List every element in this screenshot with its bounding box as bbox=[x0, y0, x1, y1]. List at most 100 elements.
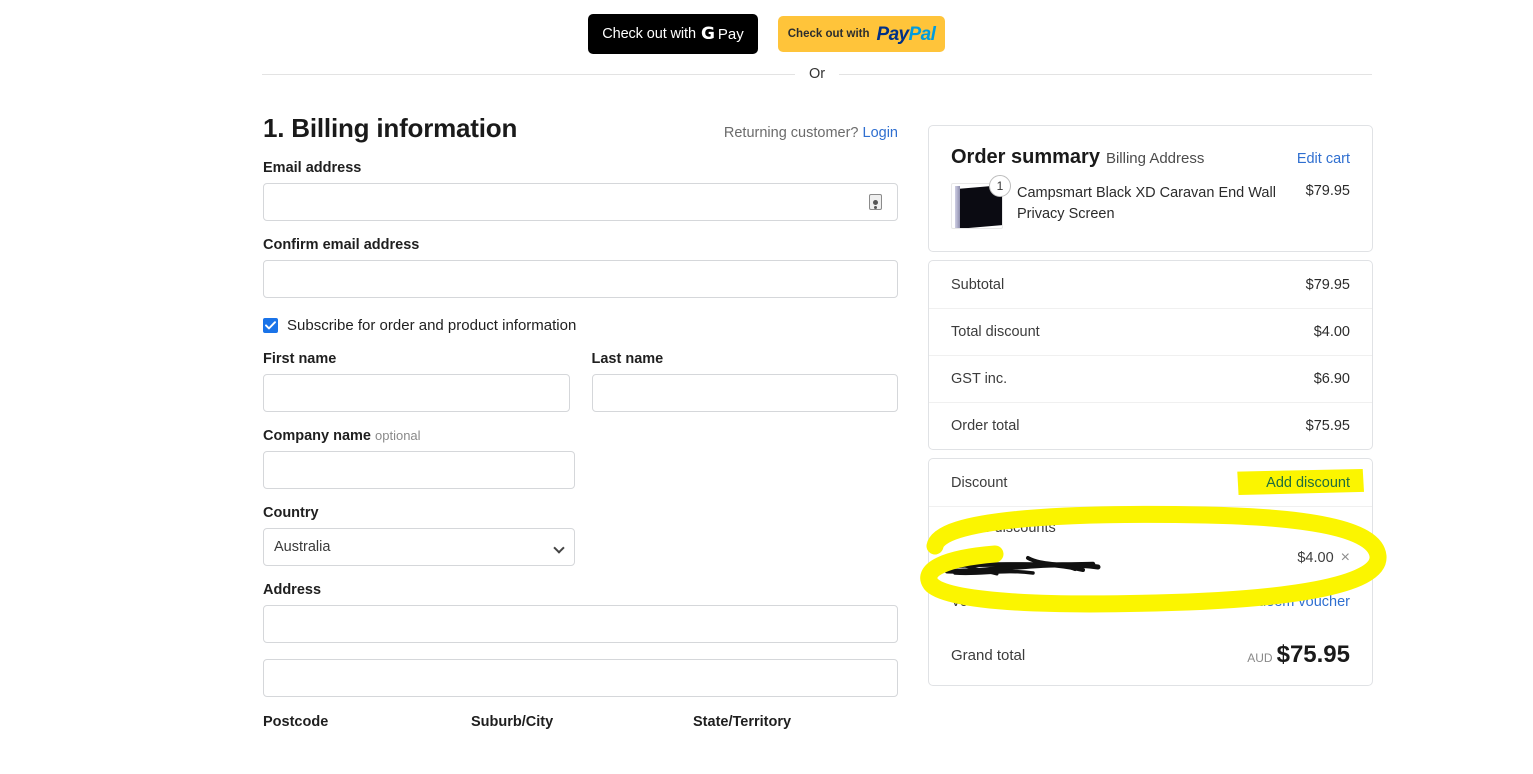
express-checkout-row: Check out with G Pay Check out with PayP… bbox=[0, 14, 1533, 54]
confirm-email-input[interactable] bbox=[263, 260, 898, 298]
email-input-wrap bbox=[263, 183, 898, 221]
subscribe-label: Subscribe for order and product informat… bbox=[287, 317, 577, 334]
google-g-icon: G bbox=[700, 23, 715, 44]
gst-label: GST inc. bbox=[951, 371, 1008, 387]
address-detail-labels-row: Postcode Suburb/City State/Territory bbox=[263, 714, 898, 730]
email-label: Email address bbox=[263, 160, 362, 176]
gst-row: GST inc. $6.90 bbox=[929, 355, 1372, 402]
order-summary-card: Order summary Billing Address Edit cart 1… bbox=[928, 125, 1373, 252]
page-title: 1. Billing information bbox=[263, 113, 518, 143]
company-field-group: Company name optional bbox=[263, 428, 898, 489]
google-pay-button[interactable]: Check out with G Pay bbox=[588, 14, 758, 54]
address-line1-input[interactable] bbox=[263, 605, 898, 643]
company-label: Company name optional bbox=[263, 428, 898, 444]
product-price: $79.95 bbox=[1305, 183, 1350, 199]
order-totals-card: Subtotal $79.95 Total discount $4.00 GST… bbox=[928, 260, 1373, 450]
subtotal-label: Subtotal bbox=[951, 276, 1005, 293]
grand-total-value-wrap: AUD $75.95 bbox=[1247, 641, 1350, 669]
grand-total-row: Grand total AUD $75.95 bbox=[929, 625, 1372, 685]
paypal-pal-word: Pal bbox=[908, 23, 936, 45]
returning-customer-text: Returning customer? bbox=[723, 125, 859, 141]
remove-discount-icon[interactable]: × bbox=[1341, 550, 1350, 566]
first-name-label: First name bbox=[263, 351, 337, 367]
total-discount-value: $4.00 bbox=[1313, 324, 1350, 340]
divider-label: Or bbox=[808, 66, 826, 82]
order-total-label: Order total bbox=[951, 418, 1020, 434]
discount-label: Discount bbox=[951, 474, 1008, 491]
login-link[interactable]: Login bbox=[863, 125, 898, 141]
quantity-badge: 1 bbox=[989, 175, 1011, 197]
last-name-input[interactable] bbox=[591, 374, 898, 412]
order-line-item: 1 Campsmart Black XD Caravan End Wall Pr… bbox=[929, 169, 1372, 251]
discount-card: Discount Add discount Active discounts $… bbox=[928, 458, 1373, 686]
paypal-label: Check out with bbox=[787, 28, 870, 40]
last-name-group: Last name bbox=[591, 351, 898, 412]
subtotal-value: $79.95 bbox=[1305, 276, 1350, 293]
subscribe-row[interactable]: Subscribe for order and product informat… bbox=[263, 317, 898, 334]
add-discount-link[interactable]: Add discount bbox=[1266, 475, 1350, 491]
order-summary-title: Order summary bbox=[951, 146, 1100, 168]
voucher-label: Voucher bbox=[951, 593, 1005, 610]
order-total-value: $75.95 bbox=[1305, 418, 1350, 434]
address-line2-group bbox=[263, 659, 898, 697]
company-optional-tag: optional bbox=[375, 428, 421, 443]
order-summary-subtitle: Billing Address bbox=[1105, 150, 1205, 167]
address-label: Address bbox=[263, 582, 322, 598]
product-image-pole bbox=[955, 186, 960, 228]
or-divider: Or bbox=[262, 66, 1373, 82]
country-select[interactable]: Australia bbox=[263, 528, 575, 566]
divider-line-left bbox=[262, 73, 795, 75]
billing-information-section: 1. Billing information Returning custome… bbox=[263, 113, 898, 730]
confirm-email-field-group: Confirm email address bbox=[263, 237, 898, 298]
paypal-pay-word: Pay bbox=[876, 23, 910, 45]
email-input[interactable] bbox=[263, 183, 898, 221]
active-discount-amount-wrap: $4.00 × bbox=[1297, 550, 1350, 567]
active-discounts-title: Active discounts bbox=[951, 520, 1056, 536]
subscribe-checkbox[interactable] bbox=[263, 318, 278, 333]
country-select-wrap: Australia bbox=[263, 528, 575, 566]
redaction-scribble bbox=[938, 556, 1101, 576]
product-name: Campsmart Black XD Caravan End Wall Priv… bbox=[1017, 185, 1276, 223]
subtotal-row: Subtotal $79.95 bbox=[929, 261, 1372, 308]
voucher-row: Voucher Redeem voucher bbox=[929, 578, 1372, 625]
gst-value: $6.90 bbox=[1313, 371, 1350, 387]
total-discount-label: Total discount bbox=[951, 324, 1040, 340]
first-name-group: First name bbox=[263, 351, 570, 412]
address-line2-input[interactable] bbox=[263, 659, 898, 697]
address-field-group: Address bbox=[263, 582, 898, 643]
last-name-label: Last name bbox=[591, 351, 664, 367]
total-discount-row: Total discount $4.00 bbox=[929, 308, 1372, 355]
order-summary-panel: Order summary Billing Address Edit cart 1… bbox=[928, 125, 1373, 686]
paypal-logo: PayPal bbox=[877, 25, 936, 44]
company-label-text: Company name bbox=[263, 428, 371, 444]
order-summary-header: Order summary Billing Address Edit cart bbox=[929, 126, 1372, 169]
first-name-input[interactable] bbox=[263, 374, 570, 412]
billing-header: 1. Billing information Returning custome… bbox=[263, 113, 898, 144]
company-input[interactable] bbox=[263, 451, 575, 489]
country-label: Country bbox=[263, 505, 319, 521]
checkout-page: Check out with G Pay Check out with PayP… bbox=[0, 0, 1533, 774]
gpay-label: Check out with bbox=[602, 26, 696, 42]
suburb-label: Suburb/City bbox=[471, 714, 554, 730]
edit-cart-link[interactable]: Edit cart bbox=[1297, 151, 1350, 167]
active-discount-amount: $4.00 bbox=[1297, 550, 1334, 566]
redeem-voucher-link[interactable]: Redeem voucher bbox=[1240, 594, 1350, 610]
postcode-label: Postcode bbox=[263, 714, 329, 730]
active-discount-item: $4.00 × bbox=[938, 550, 1350, 576]
grand-total-currency: AUD bbox=[1247, 650, 1273, 665]
autofill-contact-icon[interactable] bbox=[869, 194, 882, 210]
discount-row: Discount Add discount bbox=[929, 459, 1372, 506]
name-fields-row: First name Last name bbox=[263, 351, 898, 412]
grand-total-label: Grand total bbox=[951, 646, 1026, 664]
google-pay-logo: G Pay bbox=[700, 23, 744, 44]
order-summary-heading: Order summary Billing Address bbox=[951, 146, 1204, 169]
returning-customer: Returning customer? Login bbox=[724, 125, 898, 141]
divider-line-right bbox=[839, 73, 1373, 75]
paypal-button[interactable]: Check out with PayPal bbox=[778, 16, 945, 52]
confirm-email-label: Confirm email address bbox=[263, 237, 420, 253]
product-thumbnail-wrap: 1 bbox=[951, 175, 1011, 229]
email-field-group: Email address bbox=[263, 160, 898, 221]
grand-total-amount: $75.95 bbox=[1276, 641, 1350, 668]
order-total-row: Order total $75.95 bbox=[929, 402, 1372, 449]
gpay-pay-word: Pay bbox=[717, 25, 744, 43]
